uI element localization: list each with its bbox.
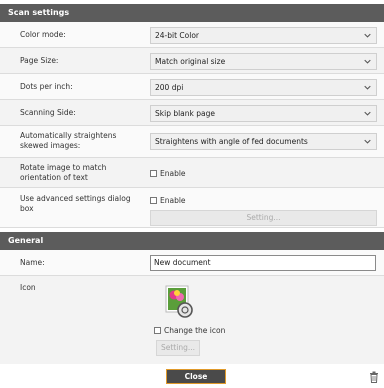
page-size-value: Match original size bbox=[155, 57, 226, 66]
chevron-down-icon bbox=[364, 33, 371, 38]
scanning-side-control: Skip blank page bbox=[150, 105, 377, 122]
page-size-row: Page Size: Match original size bbox=[0, 48, 384, 74]
scanning-side-row: Scanning Side: Skip blank page bbox=[0, 100, 384, 126]
color-mode-label: Color mode: bbox=[20, 30, 66, 39]
document-flower-icon bbox=[165, 285, 193, 318]
change-icon-checkbox[interactable] bbox=[154, 326, 161, 334]
rotate-enable-checkbox[interactable] bbox=[150, 169, 157, 177]
page-size-control: Match original size bbox=[150, 53, 377, 70]
scanning-side-select[interactable]: Skip blank page bbox=[150, 105, 377, 122]
rotate-enable-label: Enable bbox=[160, 168, 186, 178]
rotate-control: Enable bbox=[150, 167, 377, 179]
name-row: Name: New document bbox=[0, 250, 384, 276]
chevron-down-icon bbox=[364, 111, 371, 116]
name-control: New document bbox=[150, 255, 377, 271]
straighten-label: Automatically straightens skewed images: bbox=[20, 131, 117, 150]
color-mode-control: 24-bit Color bbox=[150, 27, 377, 44]
advanced-control: Enable Setting... bbox=[150, 194, 377, 226]
trash-icon[interactable] bbox=[369, 371, 379, 383]
straighten-select[interactable]: Straightens with angle of fed documents bbox=[150, 133, 377, 150]
name-label: Name: bbox=[20, 258, 45, 267]
straighten-control: Straightens with angle of fed documents bbox=[150, 133, 377, 150]
chevron-down-icon bbox=[364, 85, 371, 90]
scanning-side-value: Skip blank page bbox=[155, 109, 215, 118]
dpi-control: 200 dpi bbox=[150, 79, 377, 96]
footer-bar: Close bbox=[0, 364, 384, 388]
color-mode-row: Color mode: 24-bit Color bbox=[0, 22, 384, 48]
general-title: General bbox=[8, 236, 44, 245]
page-size-select[interactable]: Match original size bbox=[150, 53, 377, 70]
advanced-enable-option[interactable]: Enable bbox=[150, 194, 377, 206]
change-icon-label: Change the icon bbox=[164, 325, 226, 335]
dpi-value: 200 dpi bbox=[155, 83, 184, 92]
color-mode-select[interactable]: 24-bit Color bbox=[150, 27, 377, 44]
advanced-setting-button[interactable]: Setting... bbox=[150, 210, 377, 226]
dpi-label: Dots per inch: bbox=[20, 82, 73, 91]
dpi-row: Dots per inch: 200 dpi bbox=[0, 74, 384, 100]
dpi-select[interactable]: 200 dpi bbox=[150, 79, 377, 96]
advanced-label: Use advanced settings dialog box bbox=[20, 194, 131, 213]
advanced-enable-label: Enable bbox=[160, 195, 186, 205]
page-size-label: Page Size: bbox=[20, 56, 59, 65]
icon-label: Icon bbox=[20, 283, 36, 292]
chevron-down-icon bbox=[364, 139, 371, 144]
change-icon-option[interactable]: Change the icon bbox=[154, 324, 377, 336]
scan-settings-title: Scan settings bbox=[8, 8, 70, 17]
straighten-row: Automatically straightens skewed images:… bbox=[0, 126, 384, 158]
name-input[interactable]: New document bbox=[150, 255, 376, 271]
chevron-down-icon bbox=[364, 59, 371, 64]
scan-settings-header: Scan settings bbox=[0, 4, 384, 22]
icon-control: Change the icon Setting... bbox=[150, 280, 377, 356]
general-header: General bbox=[0, 232, 384, 250]
scanning-side-label: Scanning Side: bbox=[20, 108, 76, 117]
advanced-row: Use advanced settings dialog box Enable … bbox=[0, 188, 384, 228]
rotate-label: Rotate image to match orientation of tex… bbox=[20, 163, 107, 182]
rotate-row: Rotate image to match orientation of tex… bbox=[0, 158, 384, 188]
straighten-value: Straightens with angle of fed documents bbox=[155, 137, 308, 146]
advanced-enable-checkbox[interactable] bbox=[150, 196, 157, 204]
icon-setting-button[interactable]: Setting... bbox=[156, 340, 200, 356]
close-button[interactable]: Close bbox=[166, 369, 226, 384]
icon-row: Icon Change the icon Setting... bbox=[0, 276, 384, 364]
color-mode-value: 24-bit Color bbox=[155, 31, 200, 40]
rotate-enable-option[interactable]: Enable bbox=[150, 167, 377, 179]
